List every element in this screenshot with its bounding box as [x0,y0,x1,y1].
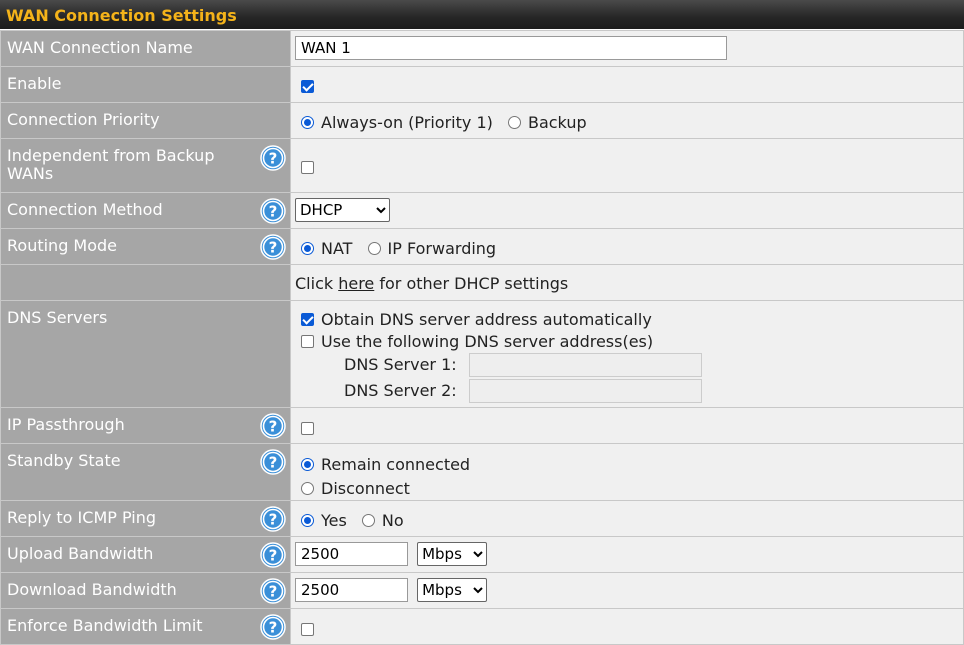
help-icon[interactable] [260,449,286,475]
row-wan-connection-name: WAN Connection Name [0,30,964,67]
upload-bandwidth-label: Upload Bandwidth [7,544,154,563]
priority-always-on-radio[interactable] [301,116,314,129]
row-dhcp-settings: Click here for other DHCP settings [0,264,964,301]
help-icon[interactable] [260,614,286,640]
connection-priority-label: Connection Priority [7,110,160,129]
dns-server-2-input[interactable] [469,379,702,403]
icmp-ping-label: Reply to ICMP Ping [7,508,157,527]
row-dns-servers: DNS Servers Obtain DNS server address au… [0,300,964,408]
row-independent-backup: Independent from Backup WANs [0,138,964,193]
icmp-yes-radio[interactable] [301,514,314,527]
row-enforce-bandwidth: Enforce Bandwidth Limit [0,608,964,645]
row-connection-priority: Connection Priority Always-on (Priority … [0,102,964,139]
dns-server-2-label: DNS Server 2: [344,381,457,400]
dns-manual-label[interactable]: Use the following DNS server address(es) [321,332,653,352]
dns-servers-label: DNS Servers [7,308,108,327]
enforce-bandwidth-label: Enforce Bandwidth Limit [7,616,203,635]
wan-settings-table: WAN Connection Name Enable Connection Pr… [0,30,964,645]
dns-server-1-input[interactable] [469,353,702,377]
routing-nat-radio[interactable] [301,242,314,255]
dns-server-1-label: DNS Server 1: [344,355,457,374]
row-enable: Enable [0,66,964,103]
priority-always-on-label[interactable]: Always-on (Priority 1) [321,113,493,132]
dhcp-text-pre: Click [295,274,339,293]
section-header: WAN Connection Settings [0,0,964,30]
wan-connection-name-input[interactable] [295,36,727,60]
section-title: WAN Connection Settings [6,6,237,25]
priority-backup-label[interactable]: Backup [528,113,587,132]
help-icon[interactable] [260,542,286,568]
standby-remain-connected-label[interactable]: Remain connected [321,453,470,476]
dns-auto-label[interactable]: Obtain DNS server address automatically [321,310,652,330]
enable-checkbox[interactable] [301,80,314,93]
routing-mode-label: Routing Mode [7,236,118,255]
routing-nat-label[interactable]: NAT [321,239,352,258]
priority-backup-radio[interactable] [507,116,521,129]
help-icon[interactable] [260,234,286,260]
download-bandwidth-input[interactable] [295,578,408,602]
icmp-no-label[interactable]: No [382,511,404,530]
standby-disconnect-label[interactable]: Disconnect [321,477,410,500]
standby-state-label: Standby State [7,451,121,470]
icmp-yes-label[interactable]: Yes [321,511,347,530]
row-routing-mode: Routing Mode NAT IP Forwarding [0,228,964,265]
dhcp-settings-link[interactable]: here [338,274,374,293]
row-upload-bandwidth: Upload Bandwidth Mbps [0,536,964,573]
independent-backup-label: Independent from Backup WANs [7,146,215,183]
row-ip-passthrough: IP Passthrough [0,407,964,444]
ip-passthrough-label: IP Passthrough [7,415,125,434]
help-icon[interactable] [260,578,286,604]
download-unit-select[interactable]: Mbps [417,578,488,602]
dns-manual-checkbox[interactable] [301,335,314,348]
enforce-bandwidth-checkbox[interactable] [301,623,314,636]
row-standby-state: Standby State Remain connected Disconnec… [0,443,964,501]
standby-disconnect-radio[interactable] [301,482,314,495]
upload-unit-select[interactable]: Mbps [417,542,488,566]
upload-bandwidth-input[interactable] [295,542,408,566]
help-icon[interactable] [260,145,286,171]
download-bandwidth-label: Download Bandwidth [7,580,177,599]
row-icmp-ping: Reply to ICMP Ping Yes No [0,500,964,537]
routing-ip-forwarding-radio[interactable] [367,242,381,255]
dns-auto-checkbox[interactable] [301,313,314,326]
dhcp-text-post: for other DHCP settings [374,274,569,293]
ip-passthrough-checkbox[interactable] [301,422,314,435]
row-connection-method: Connection Method DHCP [0,192,964,229]
row-download-bandwidth: Download Bandwidth Mbps [0,572,964,609]
wan-connection-name-label: WAN Connection Name [7,38,193,57]
label-cell: WAN Connection Name [0,30,291,67]
connection-method-select[interactable]: DHCP [295,198,390,222]
help-icon[interactable] [260,413,286,439]
independent-backup-checkbox[interactable] [301,161,314,174]
connection-method-label: Connection Method [7,200,163,219]
help-icon[interactable] [260,198,286,224]
routing-ip-forwarding-label[interactable]: IP Forwarding [388,239,497,258]
icmp-no-radio[interactable] [361,514,375,527]
standby-remain-connected-radio[interactable] [301,458,314,471]
enable-label: Enable [7,74,62,93]
help-icon[interactable] [260,506,286,532]
